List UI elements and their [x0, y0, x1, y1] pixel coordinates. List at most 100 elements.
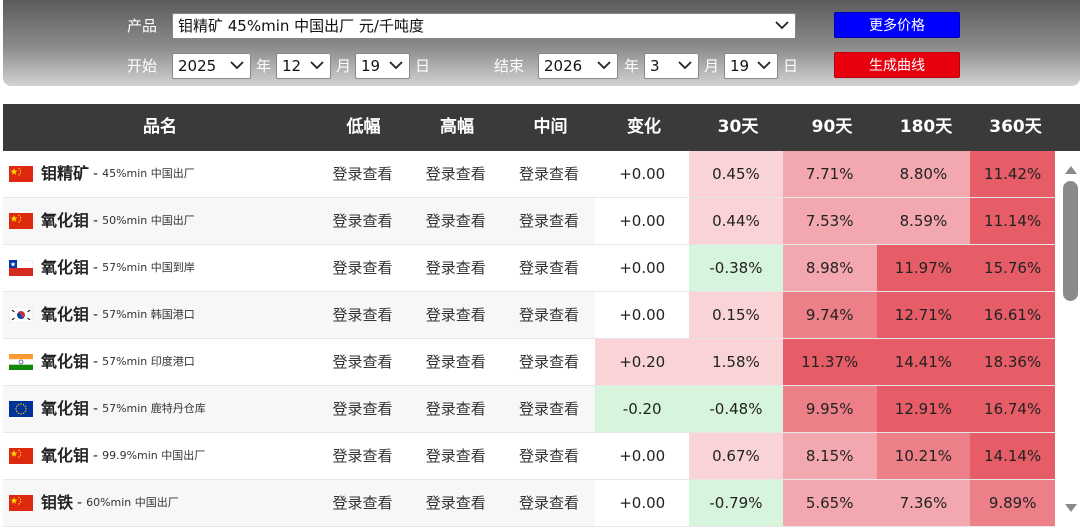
end-month-select[interactable]: 3	[644, 53, 699, 79]
cell-360d: 14.14%	[970, 433, 1056, 479]
product-name[interactable]: 氧化钼	[41, 386, 89, 432]
cell-low[interactable]: 登录查看	[316, 245, 409, 291]
cell-360d: 18.36%	[970, 339, 1056, 385]
header-mid[interactable]: 中间	[504, 104, 597, 151]
cell-90d: 8.15%	[782, 433, 877, 479]
cell-product[interactable]: 钼精矿 -45%min 中国出厂	[3, 151, 316, 197]
cell-high[interactable]: 登录查看	[409, 433, 503, 479]
cell-mid[interactable]: 登录查看	[503, 292, 596, 338]
cell-360d: 11.42%	[970, 151, 1056, 197]
header-30d[interactable]: 30天	[691, 104, 785, 151]
table-row[interactable]: 氧化钼 -57%min 印度港口 登录查看 登录查看 登录查看 +0.20 1.58% 11.…	[3, 339, 1056, 386]
price-table: 品名 低幅 高幅 中间 变化 30天 90天 180天 360天 钼精矿 -45%…	[3, 104, 1080, 530]
cell-high[interactable]: 登录查看	[409, 292, 503, 338]
product-select[interactable]: 钼精矿 45%min 中国出厂 元/千吨度	[172, 13, 796, 39]
table-row[interactable]: 氧化钼 -57%min 韩国港口 登录查看 登录查看 登录查看 +0.00 0.15% 9.7…	[3, 292, 1056, 339]
separator-dash: -	[93, 260, 99, 276]
cell-30d: 0.45%	[689, 151, 783, 197]
cell-product[interactable]: 钼铁 -60%min 中国出厂	[3, 480, 316, 526]
cell-low[interactable]: 登录查看	[316, 292, 409, 338]
start-year-value: 2025	[178, 57, 217, 75]
header-90d[interactable]: 90天	[785, 104, 879, 151]
separator-dash: -	[93, 213, 99, 229]
separator-dash: -	[93, 307, 99, 323]
chevron-down-icon	[775, 14, 789, 38]
cell-180d: 11.97%	[876, 245, 971, 291]
cell-mid[interactable]: 登录查看	[503, 198, 596, 244]
header-180d[interactable]: 180天	[879, 104, 973, 151]
header-high[interactable]: 高幅	[410, 104, 504, 151]
start-day-select[interactable]: 19	[355, 53, 410, 79]
table-row[interactable]: 氧化钼 -57%min 中国到岸 登录查看 登录查看 登录查看 +0.00 -0.38% 8.…	[3, 245, 1056, 292]
start-year-select[interactable]: 2025	[172, 53, 251, 79]
product-name[interactable]: 钼精矿	[41, 151, 89, 197]
table-row[interactable]: 钼精矿 -45%min 中国出厂 登录查看 登录查看 登录查看 +0.00 0.45% 7.7…	[3, 151, 1056, 198]
start-month-value: 12	[282, 57, 302, 75]
table-row[interactable]: 钼铁 -60%min 中国出厂 登录查看 登录查看 登录查看 +0.00 -0.79% 5.6…	[3, 480, 1056, 527]
product-spec: 45%min 中国出厂	[102, 167, 195, 180]
cell-product[interactable]: 氧化钼 -99.9%min 中国出厂	[3, 433, 316, 479]
cell-low[interactable]: 登录查看	[316, 339, 409, 385]
cell-high[interactable]: 登录查看	[409, 339, 503, 385]
header-product-name[interactable]: 品名	[3, 104, 317, 151]
cell-high[interactable]: 登录查看	[409, 245, 503, 291]
start-month-select[interactable]: 12	[276, 53, 331, 79]
cell-product[interactable]: 氧化钼 -57%min 鹿特丹仓库	[3, 386, 316, 432]
triangle-up-icon[interactable]	[1065, 159, 1077, 178]
triangle-down-icon[interactable]	[1065, 497, 1077, 516]
product-name[interactable]: 氧化钼	[41, 339, 89, 385]
table-row[interactable]: 氧化钼 -57%min 鹿特丹仓库 登录查看 登录查看 登录查看 -0.20 -0.48% 9…	[3, 386, 1056, 433]
end-day-select[interactable]: 19	[724, 53, 778, 79]
cell-low[interactable]: 登录查看	[316, 386, 409, 432]
cell-product[interactable]: 氧化钼 -57%min 韩国港口	[3, 292, 316, 338]
generate-curve-button[interactable]: 生成曲线	[834, 52, 960, 78]
query-panel: 产品 钼精矿 45%min 中国出厂 元/千吨度 更多价格 开始 2025 年 …	[3, 0, 1080, 86]
cell-mid[interactable]: 登录查看	[503, 339, 596, 385]
cell-180d: 8.80%	[876, 151, 971, 197]
cell-high[interactable]: 登录查看	[409, 480, 503, 526]
product-name[interactable]: 氧化钼	[41, 245, 89, 291]
cell-product[interactable]: 氧化钼 -50%min 中国出厂	[3, 198, 316, 244]
cell-low[interactable]: 登录查看	[316, 198, 409, 244]
product-name[interactable]: 氧化钼	[41, 433, 89, 479]
korea-flag-icon	[9, 307, 33, 323]
cell-mid[interactable]: 登录查看	[503, 245, 596, 291]
header-change[interactable]: 变化	[597, 104, 691, 151]
cell-low[interactable]: 登录查看	[316, 433, 409, 479]
product-name[interactable]: 氧化钼	[41, 198, 89, 244]
table-row[interactable]: 氧化钼 -50%min 中国出厂 登录查看 登录查看 登录查看 +0.00 0.44% 7.5…	[3, 198, 1056, 245]
cell-30d: -0.79%	[689, 480, 783, 526]
cell-high[interactable]: 登录查看	[409, 198, 503, 244]
scrollbar-thumb[interactable]	[1063, 181, 1078, 301]
cell-90d: 9.95%	[782, 386, 877, 432]
cell-mid[interactable]: 登录查看	[503, 151, 596, 197]
cell-low[interactable]: 登录查看	[316, 480, 409, 526]
end-year-select[interactable]: 2026	[538, 53, 618, 79]
year-unit: 年	[256, 57, 272, 75]
separator-dash: -	[93, 354, 99, 370]
cell-180d: 12.71%	[876, 292, 971, 338]
cell-mid[interactable]: 登录查看	[503, 480, 596, 526]
cell-180d: 12.91%	[876, 386, 971, 432]
cell-low[interactable]: 登录查看	[316, 151, 409, 197]
cell-product[interactable]: 氧化钼 -57%min 中国到岸	[3, 245, 316, 291]
start-label: 开始	[127, 57, 158, 75]
china-flag-icon	[9, 448, 33, 464]
vertical-scrollbar[interactable]	[1058, 151, 1080, 530]
cell-mid[interactable]: 登录查看	[503, 386, 596, 432]
product-name[interactable]: 氧化钼	[41, 292, 89, 338]
table-row[interactable]: 氧化钼 -99.9%min 中国出厂 登录查看 登录查看 登录查看 +0.00 0.67% 8…	[3, 433, 1056, 480]
cell-change: +0.20	[595, 339, 690, 385]
cell-high[interactable]: 登录查看	[409, 386, 503, 432]
month-unit: 月	[336, 57, 352, 75]
cell-mid[interactable]: 登录查看	[503, 433, 596, 479]
cell-product[interactable]: 氧化钼 -57%min 印度港口	[3, 339, 316, 385]
product-name[interactable]: 钼铁	[41, 480, 73, 526]
header-360d[interactable]: 360天	[973, 104, 1058, 151]
header-low[interactable]: 低幅	[317, 104, 410, 151]
cell-high[interactable]: 登录查看	[409, 151, 503, 197]
separator-dash: -	[93, 166, 99, 182]
more-prices-button[interactable]: 更多价格	[834, 12, 960, 38]
chile-flag-icon	[9, 260, 33, 276]
cell-change: +0.00	[595, 480, 690, 526]
